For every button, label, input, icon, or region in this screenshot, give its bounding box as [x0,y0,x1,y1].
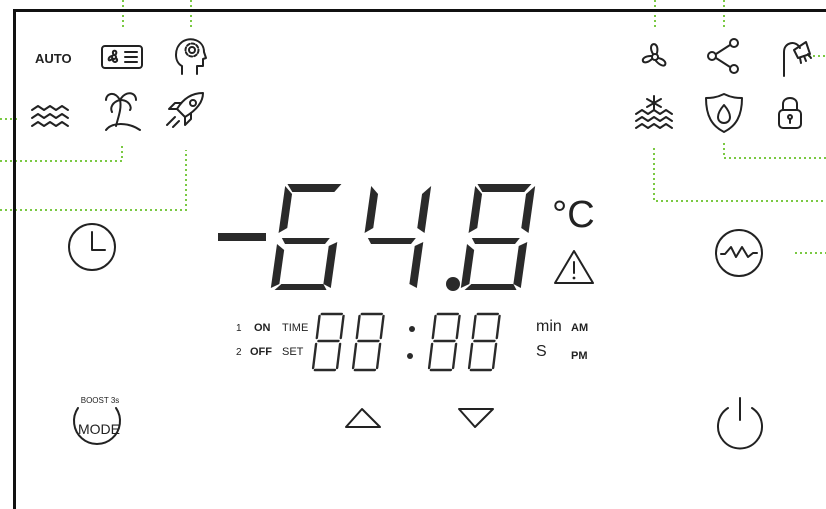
timer-digit-1 [311,312,345,372]
rocket-icon [166,92,204,128]
minus-segment [218,233,266,241]
timer-colon-bottom [407,353,413,359]
down-arrow-button[interactable] [457,405,497,431]
power-button[interactable] [712,396,768,454]
sine-wave-button[interactable] [715,229,765,279]
timer-s-unit: S [536,343,547,360]
island-icon [105,92,141,131]
share-icon [707,38,739,74]
timer-display [311,312,501,372]
timer-colon-top [409,326,415,332]
up-arrow-button[interactable] [344,405,384,431]
timer-digit-3 [427,312,461,372]
fan-card-icon [101,45,143,69]
digit-8 [460,184,536,290]
head-settings-icon [175,38,207,75]
timer-on-label: ON [254,322,271,334]
mode-label: MODE [78,421,120,437]
digit-4 [364,186,432,288]
timer-am-label: AM [571,322,589,334]
lock-icon [778,97,802,129]
timer-min-unit: min [536,318,562,335]
water-shield-icon [705,93,743,133]
snow-waves-icon [635,95,673,129]
decimal-point [446,277,460,291]
timer-set-label: SET [282,346,304,358]
fan-icon [641,43,667,67]
timer-pm-label: PM [571,350,588,362]
clock-button[interactable] [68,223,118,273]
temperature-unit: °C [552,194,595,236]
mode-auto-label: AUTO [35,51,72,66]
timer-row1-index: 1 [236,323,242,334]
warning-icon [554,250,594,284]
timer-digit-2 [351,312,385,372]
timer-row2-index: 2 [236,347,242,358]
temperature-display [218,184,536,291]
timer-digit-4 [467,312,501,372]
mode-button[interactable]: BOOST 3s MODE [64,394,134,458]
mode-boost-label: BOOST 3s [80,396,120,405]
timer-time-label: TIME [282,322,309,334]
digit-6 [270,184,342,290]
waves-icon [31,105,69,127]
shower-icon [783,41,812,77]
timer-off-label: OFF [250,346,272,358]
